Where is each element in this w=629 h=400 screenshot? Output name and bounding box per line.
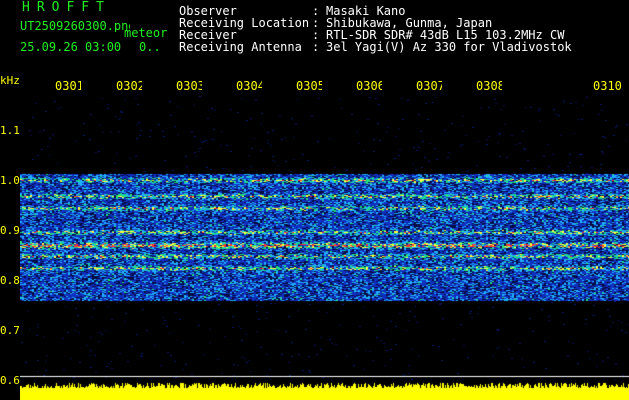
- file-datetime: 25.09.26 03:00: [20, 40, 122, 54]
- x-tick: 0310: [593, 80, 622, 92]
- x-tick: 0307: [416, 80, 442, 92]
- y-tick: 0.6: [0, 374, 20, 387]
- antenna-value: 3el Yagi(V) Az 330 for Vladivostok: [326, 40, 572, 54]
- file-mode: meteor: [124, 26, 168, 40]
- y-tick: 1.0: [0, 174, 20, 187]
- x-tick: 0303: [176, 80, 202, 92]
- x-tick: 0306: [356, 80, 382, 92]
- file-count: 0..: [139, 40, 161, 54]
- y-tick: 0.8: [0, 274, 20, 287]
- y-tick: 0.9: [0, 224, 20, 237]
- x-tick: 0305: [296, 80, 322, 92]
- file-name: UT2509260300.png: [20, 20, 130, 32]
- x-tick: 0302: [116, 80, 142, 92]
- y-unit-label: kHz: [0, 74, 20, 87]
- x-tick: 0304: [236, 80, 262, 92]
- x-tick: 0301: [55, 80, 81, 92]
- y-tick: 0.7: [0, 324, 20, 337]
- antenna-sep: :: [312, 40, 320, 54]
- y-tick: 1.1: [0, 124, 20, 137]
- antenna-label: Receiving Antenna: [179, 40, 302, 54]
- spectrogram-canvas: [20, 96, 629, 400]
- app-logo: HROFFT: [22, 0, 111, 15]
- x-tick: 0308: [476, 80, 502, 92]
